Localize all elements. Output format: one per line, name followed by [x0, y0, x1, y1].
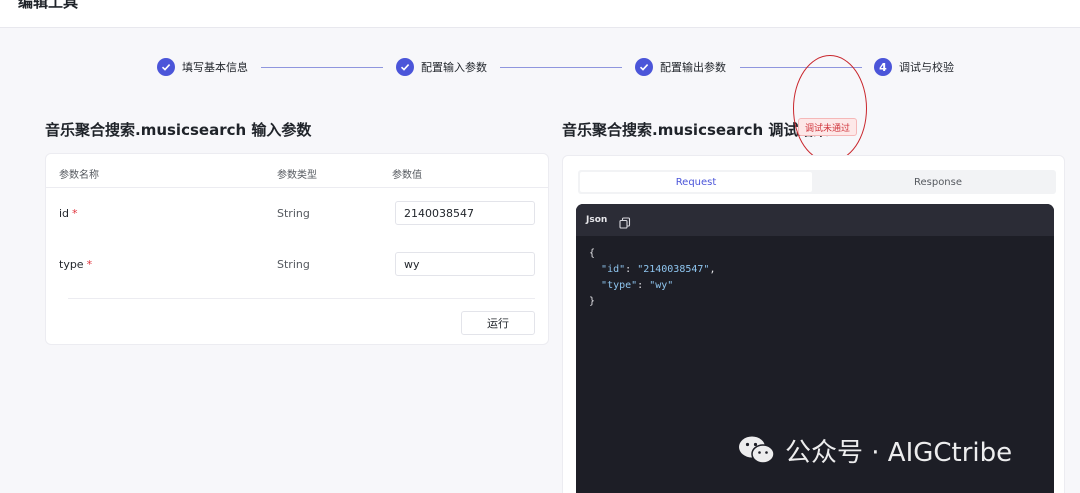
- copy-icon[interactable]: [619, 214, 631, 229]
- step-connector: [500, 67, 622, 68]
- step-output-params[interactable]: 配置输出参数: [635, 56, 726, 78]
- step-label: 配置输出参数: [660, 61, 726, 74]
- result-tabs: Request Response: [578, 170, 1056, 194]
- wechat-icon: [737, 434, 777, 466]
- code-language: Json: [586, 215, 608, 225]
- code-brace-open: {: [589, 248, 596, 259]
- column-header-name: 参数名称: [59, 170, 99, 181]
- required-mark: *: [72, 207, 78, 220]
- type-value-input[interactable]: wy: [395, 252, 535, 276]
- required-mark: *: [86, 258, 93, 271]
- step-label: 配置输入参数: [421, 61, 487, 74]
- code-value-id: "2140038547": [637, 264, 710, 275]
- step-label: 填写基本信息: [182, 61, 248, 74]
- step-label: 调试与校验: [899, 61, 954, 74]
- param-type-id: String: [277, 207, 310, 220]
- check-icon: [635, 58, 653, 76]
- step-input-params[interactable]: 配置输入参数: [396, 56, 487, 78]
- column-header-value: 参数值: [392, 170, 422, 181]
- check-icon: [396, 58, 414, 76]
- code-content: { "id": "2140038547", "type": "wy" }: [589, 248, 716, 307]
- tab-response[interactable]: Response: [822, 172, 1054, 192]
- step-debug[interactable]: 4 调试与校验: [874, 56, 954, 78]
- row-divider: [68, 298, 535, 299]
- page-title: 编辑工具: [18, 0, 79, 11]
- annotation-circle: [793, 55, 867, 162]
- step-connector: [261, 67, 383, 68]
- input-params-title: 音乐聚合搜索.musicsearch 输入参数: [45, 121, 312, 139]
- id-value-input[interactable]: 2140038547: [395, 201, 535, 225]
- column-header-type: 参数类型: [277, 170, 317, 181]
- code-key-id: "id": [601, 264, 626, 275]
- top-bar: 编辑工具: [0, 0, 1080, 28]
- code-header: Json: [576, 204, 1054, 236]
- code-value-type: "wy": [649, 280, 674, 291]
- param-name-text: id: [59, 207, 70, 220]
- step-number: 4: [874, 58, 892, 76]
- stepper: 填写基本信息 配置输入参数 配置输出参数 4 调试与校验: [0, 56, 1080, 78]
- input-params-card: 参数名称 参数类型 参数值 id * String 2140038547 type…: [45, 153, 549, 345]
- param-type-type: String: [277, 258, 310, 271]
- param-name-text: type: [59, 258, 84, 271]
- param-name-type: type *: [59, 258, 92, 271]
- run-button[interactable]: 运行: [461, 311, 535, 335]
- tab-request[interactable]: Request: [580, 172, 812, 192]
- watermark-text: 公众号 · AIGCtribe: [785, 437, 1013, 468]
- code-brace-close: }: [589, 296, 596, 307]
- step-basic-info[interactable]: 填写基本信息: [157, 56, 248, 78]
- check-icon: [157, 58, 175, 76]
- watermark: 公众号 · AIGCtribe: [737, 432, 1012, 468]
- debug-result-title: 音乐聚合搜索.musicsearch 调试结果: [562, 121, 829, 139]
- header-divider: [46, 187, 548, 188]
- code-key-type: "type": [601, 280, 638, 291]
- param-name-id: id *: [59, 207, 78, 220]
